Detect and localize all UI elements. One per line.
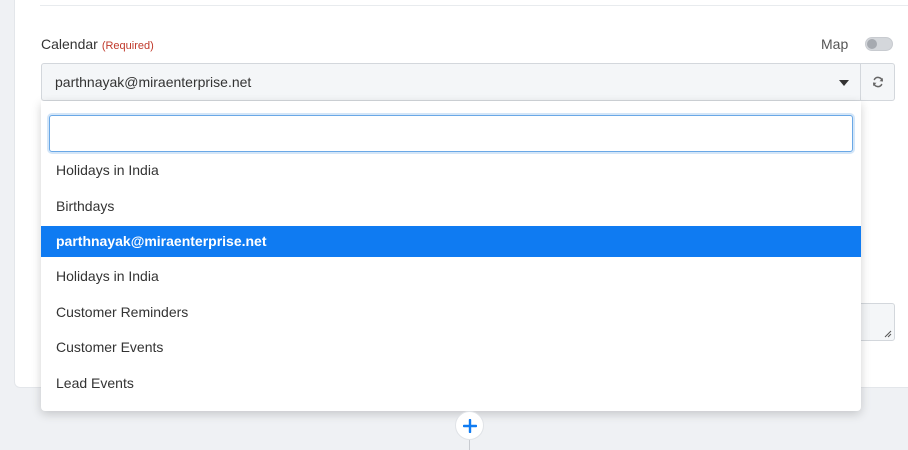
map-toggle[interactable] [865, 37, 893, 51]
add-step-button[interactable] [455, 411, 484, 440]
resize-handle-icon[interactable] [883, 329, 892, 338]
plus-icon [462, 418, 477, 433]
map-toggle-label: Map [821, 36, 849, 52]
dropdown-option-lead-events[interactable]: Lead Events [41, 366, 861, 402]
dropdown-option-holidays-india-2[interactable]: Holidays in India [41, 259, 861, 295]
required-indicator: (Required) [101, 40, 154, 52]
caret-down-icon [839, 80, 849, 86]
dropdown-options: Holidays in India Birthdays parthnayak@m… [41, 153, 861, 401]
toggle-knob [867, 39, 877, 49]
calendar-select[interactable]: parthnayak@miraenterprise.net [41, 63, 861, 101]
divider [40, 5, 908, 6]
calendar-dropdown: Holidays in India Birthdays parthnayak@m… [41, 101, 861, 411]
calendar-label-text: Calendar [41, 36, 98, 52]
calendar-select-value: parthnayak@miraenterprise.net [55, 74, 252, 90]
dropdown-search-input[interactable] [49, 115, 853, 152]
dropdown-option-customer-events[interactable]: Customer Events [41, 330, 861, 366]
refresh-button[interactable] [861, 63, 895, 101]
dropdown-option-parthnayak[interactable]: parthnayak@miraenterprise.net [41, 226, 861, 257]
refresh-icon [872, 76, 883, 88]
calendar-field-label: Calendar (Required) [41, 36, 154, 52]
text-area[interactable] [858, 303, 895, 341]
dropdown-option-birthdays[interactable]: Birthdays [41, 189, 861, 225]
dropdown-option-holidays-india[interactable]: Holidays in India [41, 153, 861, 189]
dropdown-option-customer-reminders[interactable]: Customer Reminders [41, 295, 861, 331]
